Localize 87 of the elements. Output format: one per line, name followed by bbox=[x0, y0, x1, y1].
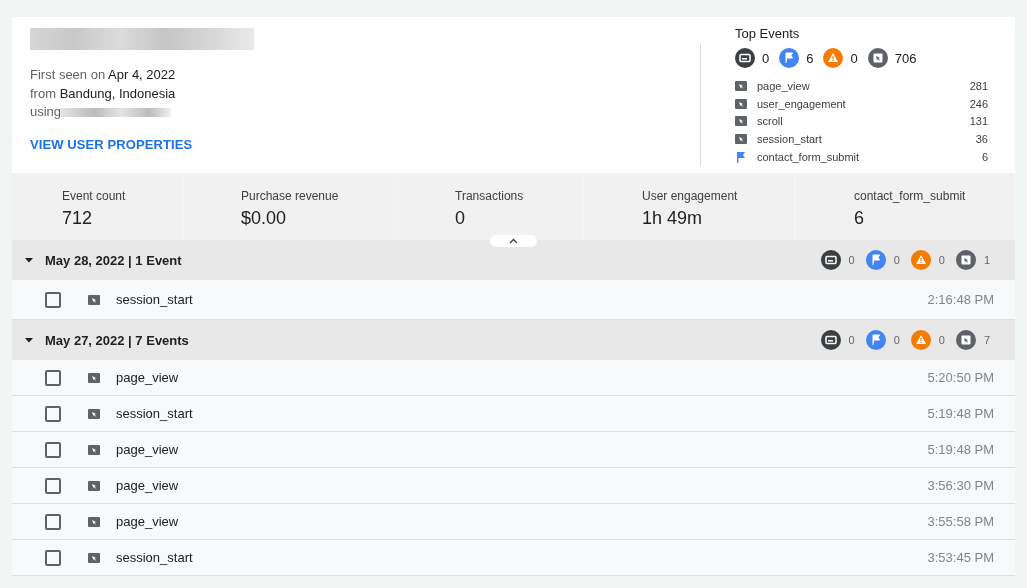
first-seen-text: First seen on Apr 4, 2022 bbox=[30, 66, 177, 84]
count-text: 36 bbox=[975, 133, 988, 146]
count-text: 0 bbox=[938, 334, 945, 346]
event-name: page_view bbox=[116, 442, 180, 457]
group-title: May 28, 2022 | 1 Event bbox=[45, 252, 183, 268]
event-time: 5:20:50 PM bbox=[927, 370, 994, 385]
event-time: 3:56:30 PM bbox=[927, 478, 994, 493]
checkbox[interactable] bbox=[45, 369, 61, 386]
event-name: page_view bbox=[116, 478, 180, 493]
event-time: 2:16:48 PM bbox=[927, 292, 994, 307]
count-text: 706 bbox=[894, 50, 917, 66]
warning-icon bbox=[910, 330, 931, 350]
flag-icon bbox=[865, 250, 886, 270]
stat-value: 1h 49m bbox=[642, 208, 704, 229]
stat-value: $0.00 bbox=[241, 208, 288, 229]
event-time: 3:53:45 PM bbox=[927, 550, 994, 565]
stat-label: contact_form_submit bbox=[854, 189, 967, 203]
cursor-icon bbox=[88, 408, 100, 419]
stat-label: Purchase revenue bbox=[241, 189, 340, 203]
event-time: 5:19:48 PM bbox=[927, 442, 994, 457]
count-text: 0 bbox=[938, 254, 945, 266]
cursor-icon bbox=[88, 516, 100, 527]
event-name: session_start bbox=[757, 133, 823, 146]
count-text: 0 bbox=[848, 334, 855, 346]
flag-icon bbox=[779, 48, 800, 68]
cursor-icon bbox=[735, 98, 747, 109]
count-text: 6 bbox=[806, 50, 814, 66]
date-group-header[interactable]: May 27, 2022 | 7 Events 0 0 0 7 bbox=[12, 320, 1015, 360]
count-text: 131 bbox=[969, 115, 988, 128]
count-text: 0 bbox=[893, 254, 900, 266]
event-name: session_start bbox=[116, 292, 194, 307]
cursor-icon bbox=[88, 294, 100, 305]
checkbox[interactable] bbox=[45, 405, 61, 422]
cursor-icon bbox=[867, 48, 888, 68]
checkbox[interactable] bbox=[45, 549, 61, 566]
cursor-icon bbox=[735, 134, 747, 145]
cursor-icon bbox=[88, 480, 100, 491]
checkbox[interactable] bbox=[45, 513, 61, 530]
count-text: 0 bbox=[893, 334, 900, 346]
cursor-icon bbox=[955, 250, 976, 270]
cursor-icon bbox=[735, 80, 747, 91]
cursor-icon bbox=[88, 372, 100, 383]
event-name: session_start bbox=[116, 550, 194, 565]
flag-icon bbox=[735, 151, 747, 164]
count-text: 0 bbox=[850, 50, 858, 66]
cursor-icon bbox=[88, 552, 100, 563]
stat-label: Event count bbox=[62, 189, 127, 203]
group-title: May 27, 2022 | 7 Events bbox=[45, 332, 190, 348]
section-title: Top Events bbox=[735, 26, 801, 41]
checkbox[interactable] bbox=[45, 477, 61, 494]
count-text: 281 bbox=[969, 79, 988, 92]
stat-label: User engagement bbox=[642, 189, 739, 203]
cursor-icon bbox=[735, 116, 747, 127]
event-name: user_engagement bbox=[757, 97, 847, 110]
warning-icon bbox=[910, 250, 931, 270]
stat-label: Transactions bbox=[455, 189, 525, 203]
count-text: 0 bbox=[762, 50, 770, 66]
screen-icon bbox=[820, 330, 841, 350]
flag-icon bbox=[865, 330, 886, 350]
event-name: page_view bbox=[116, 370, 180, 385]
warning-icon bbox=[823, 48, 844, 68]
count-text: 1 bbox=[983, 254, 990, 266]
screen-icon bbox=[735, 48, 755, 68]
date-group-header[interactable]: May 28, 2022 | 1 Event 0 0 0 1 bbox=[12, 240, 1015, 280]
view-user-properties-link[interactable]: VIEW USER PROPERTIES bbox=[30, 136, 193, 152]
count-text: 7 bbox=[983, 334, 990, 346]
count-text: 0 bbox=[848, 254, 855, 266]
location-text: from Bandung, Indonesia bbox=[30, 84, 177, 103]
stat-value: 0 bbox=[455, 208, 466, 229]
event-name: page_view bbox=[116, 514, 180, 529]
checkbox[interactable] bbox=[45, 291, 61, 308]
stat-value: 712 bbox=[62, 208, 94, 229]
stat-value: 6 bbox=[854, 208, 865, 229]
screen-icon bbox=[820, 250, 841, 270]
using-label: using bbox=[30, 104, 62, 119]
count-text: 6 bbox=[981, 151, 988, 164]
event-name: scroll bbox=[757, 115, 784, 128]
count-text: 246 bbox=[969, 97, 988, 110]
cursor-icon bbox=[955, 330, 976, 350]
event-time: 3:55:58 PM bbox=[927, 514, 994, 529]
event-name: session_start bbox=[116, 406, 194, 421]
event-name: page_view bbox=[757, 79, 811, 92]
chevron-up-icon bbox=[509, 238, 518, 244]
event-name: contact_form_submit bbox=[757, 151, 861, 164]
cursor-icon bbox=[88, 444, 100, 455]
checkbox[interactable] bbox=[45, 441, 61, 458]
event-time: 5:19:48 PM bbox=[927, 406, 994, 421]
